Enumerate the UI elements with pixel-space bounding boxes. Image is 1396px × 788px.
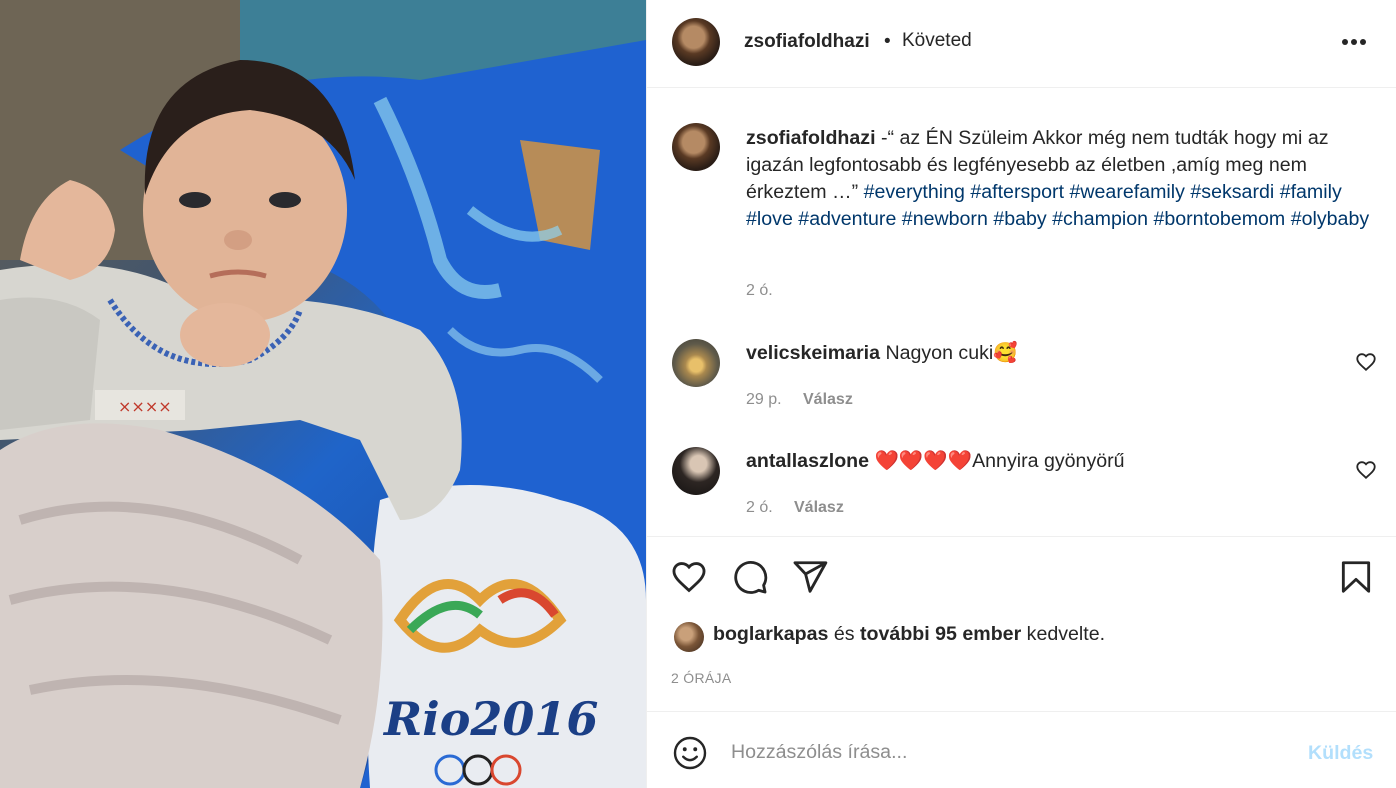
author-avatar[interactable]	[672, 18, 720, 66]
comment-text: antallaszlone ❤️❤️❤️❤️Annyira gyönyörű	[746, 449, 1125, 473]
commenter-avatar[interactable]	[672, 339, 720, 387]
comment-input[interactable]	[731, 734, 1291, 770]
comment-body: ❤️❤️❤️❤️Annyira gyönyörű	[869, 450, 1125, 472]
post-photo[interactable]: Rio2016 ××××	[0, 0, 646, 788]
comment-text: velicskeimaria Nagyon cuki🥰	[746, 341, 1018, 365]
hashtag-link[interactable]: #borntobemom	[1153, 208, 1285, 230]
comment-body: Nagyon cuki🥰	[880, 342, 1018, 364]
post-side-panel: zsofiafoldhazi • Követed zsofiafoldhazi …	[646, 0, 1396, 788]
hashtag-link[interactable]: #love	[746, 208, 793, 230]
comment-heart-icon[interactable]	[1355, 459, 1377, 481]
likes-others-link[interactable]: további 95 ember	[860, 623, 1021, 645]
commenter-avatar[interactable]	[672, 447, 720, 495]
reply-button[interactable]: Válasz	[803, 391, 853, 409]
likes-summary: boglarkapas és további 95 ember kedvelte…	[713, 623, 1105, 646]
hashtag-link[interactable]: #newborn	[902, 208, 988, 230]
hashtag-link[interactable]: #champion	[1052, 208, 1148, 230]
comment-item: velicskeimaria Nagyon cuki🥰 29 p. Válasz	[647, 339, 1396, 419]
reply-button[interactable]: Válasz	[794, 499, 844, 517]
follow-status-button[interactable]: Követed	[902, 30, 972, 52]
send-button[interactable]: Küldés	[1308, 742, 1373, 765]
header-separator: •	[884, 31, 891, 52]
caption-timestamp[interactable]: 2 ó.	[746, 282, 773, 300]
liker-avatar[interactable]	[674, 622, 704, 652]
commenter-username[interactable]: velicskeimaria	[746, 342, 880, 364]
likes-connector: és	[828, 623, 861, 645]
caption-avatar[interactable]	[672, 123, 720, 171]
likes-suffix: kedvelte.	[1021, 623, 1106, 645]
comment-icon[interactable]	[731, 558, 769, 596]
post-caption: zsofiafoldhazi -“ az ÉN Szüleim Akkor mé…	[746, 125, 1374, 233]
hashtag-link[interactable]: #aftersport	[970, 181, 1064, 203]
paper-plane-icon[interactable]	[791, 558, 829, 596]
smiley-icon[interactable]	[672, 735, 708, 771]
hashtag-link[interactable]: #everything	[864, 181, 965, 203]
comment-heart-icon[interactable]	[1355, 351, 1377, 373]
post-header: zsofiafoldhazi • Követed	[647, 0, 1396, 88]
hashtag-link[interactable]: #family	[1280, 181, 1342, 203]
post-timestamp[interactable]: 2 ÓRÁJA	[671, 670, 731, 686]
comments-area[interactable]: zsofiafoldhazi -“ az ÉN Szüleim Akkor mé…	[647, 89, 1396, 536]
hashtag-link[interactable]: #wearefamily	[1069, 181, 1184, 203]
bookmark-icon[interactable]	[1337, 558, 1375, 596]
hashtag-link[interactable]: #seksardi	[1190, 181, 1274, 203]
post-actions: boglarkapas és további 95 ember kedvelte…	[647, 536, 1396, 711]
commenter-username[interactable]: antallaszlone	[746, 450, 869, 472]
comment-timestamp[interactable]: 29 p.	[746, 391, 782, 409]
comment-item: antallaszlone ❤️❤️❤️❤️Annyira gyönyörű 2…	[647, 447, 1396, 527]
caption-username[interactable]: zsofiafoldhazi	[746, 127, 876, 149]
svg-text:××××: ××××	[118, 397, 172, 416]
photo-illustration: Rio2016 ××××	[0, 0, 646, 788]
author-username[interactable]: zsofiafoldhazi	[744, 31, 870, 53]
heart-icon[interactable]	[670, 558, 708, 596]
add-comment-bar: Küldés	[647, 711, 1396, 788]
hashtag-link[interactable]: #adventure	[798, 208, 896, 230]
rio-banner-text: Rio2016	[382, 692, 598, 746]
hashtag-link[interactable]: #baby	[993, 208, 1046, 230]
more-options-icon[interactable]	[1341, 38, 1367, 46]
liker-username[interactable]: boglarkapas	[713, 623, 828, 645]
hashtag-link[interactable]: #olybaby	[1291, 208, 1369, 230]
comment-timestamp[interactable]: 2 ó.	[746, 499, 773, 517]
